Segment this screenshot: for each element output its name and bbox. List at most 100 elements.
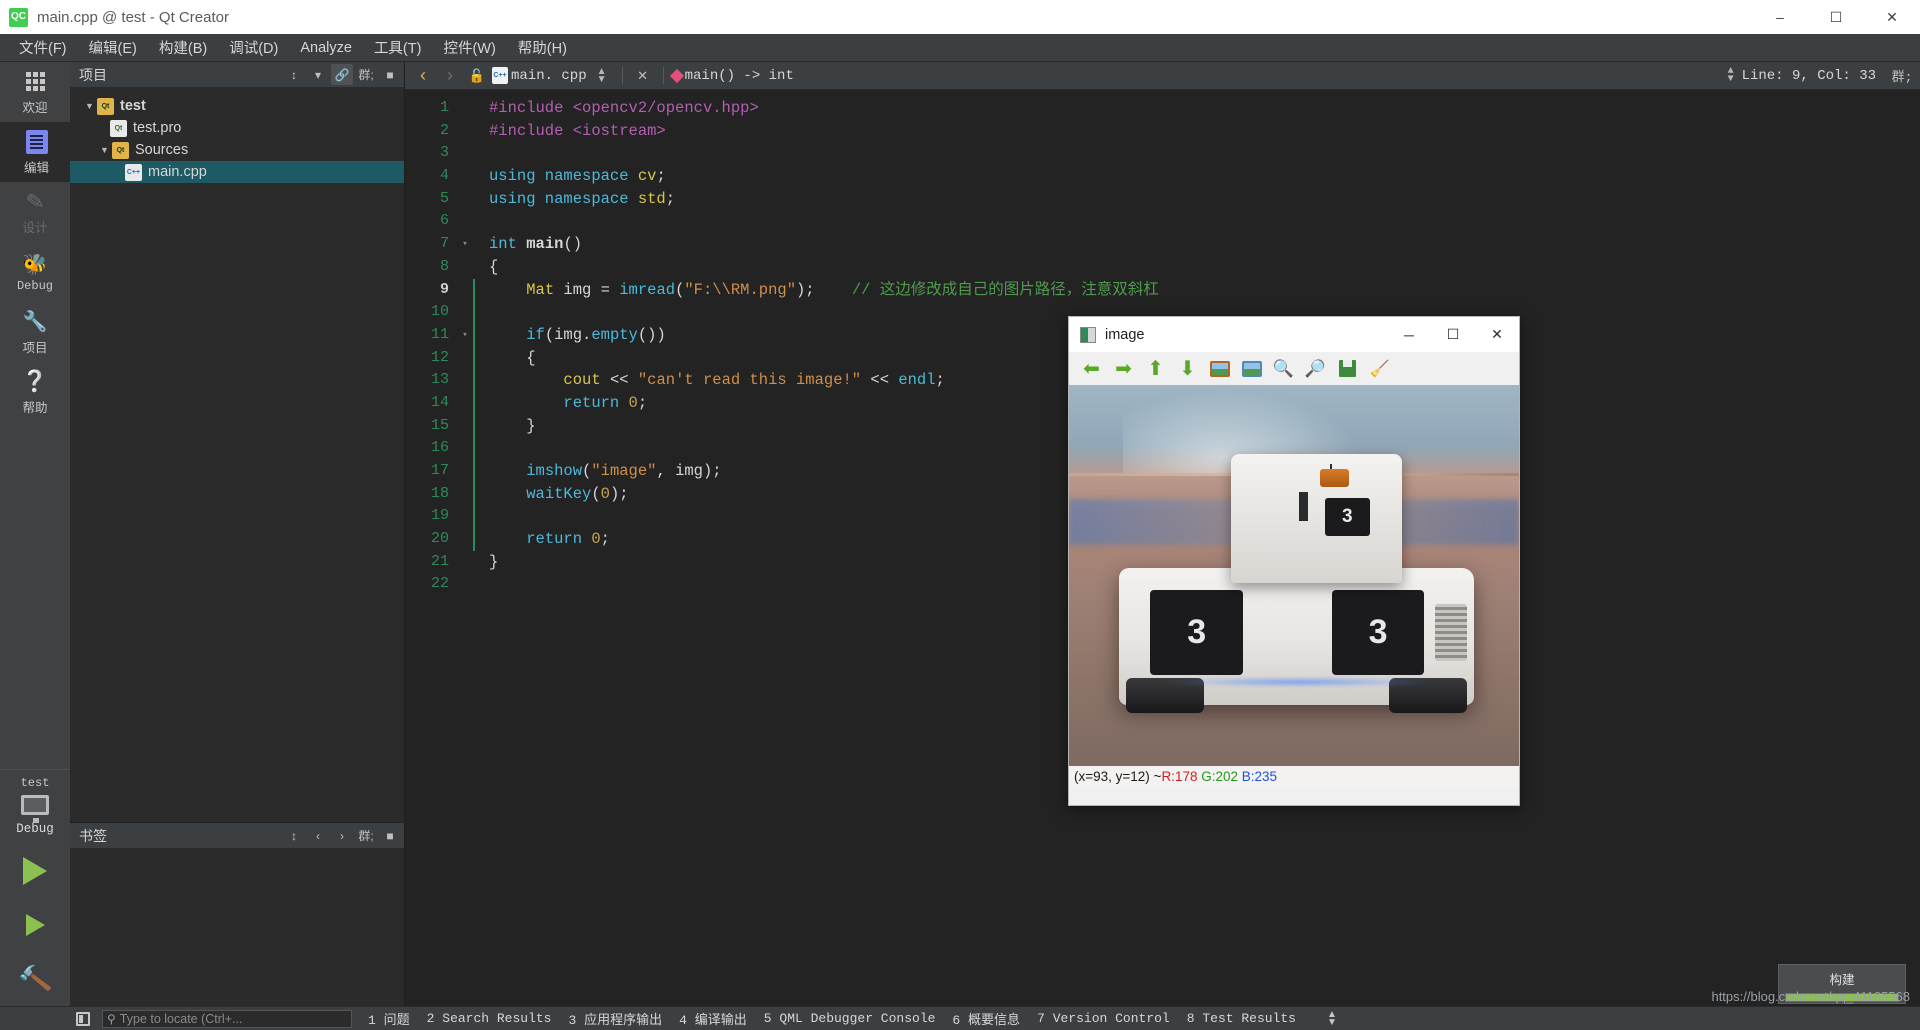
- zoom-in-icon[interactable]: 🔍: [1269, 355, 1298, 382]
- kit-config-label: Debug: [16, 822, 54, 836]
- open-documents-combobox[interactable]: main. cpp: [511, 68, 587, 84]
- cv-pixel-blue: B:235: [1241, 768, 1278, 784]
- lock-icon[interactable]: 🔓: [465, 65, 489, 87]
- opencv-image-window[interactable]: image ─ ☐ ✕ ⬅ ➡ ⬆ ⬇ 🔍 🔎 🧹 3 3 3 (x=93, y…: [1068, 316, 1520, 806]
- zoom-region-icon[interactable]: [1237, 355, 1266, 382]
- close-document-button[interactable]: ✕: [631, 65, 655, 87]
- fold-marker-icon[interactable]: ▾: [457, 324, 473, 347]
- tree-item-main-cpp[interactable]: C++ main.cpp: [70, 161, 404, 183]
- code-text: return 0;: [526, 530, 610, 549]
- line-number: 5: [439, 189, 449, 207]
- line-number: 18: [430, 484, 449, 502]
- menu-window[interactable]: 控件(W): [432, 34, 506, 61]
- save-image-icon[interactable]: [1333, 355, 1362, 382]
- output-pane-qml-debugger-console[interactable]: 5 QML Debugger Console: [764, 1011, 936, 1026]
- fold-marker-icon[interactable]: ▾: [457, 233, 473, 256]
- bookmarks-pane-header: 书签 ↕ ‹ › 群; ■: [70, 823, 404, 849]
- output-pane-compile-output[interactable]: 4 编译输出: [679, 1009, 747, 1028]
- pan-up-icon[interactable]: ⬆: [1141, 355, 1170, 382]
- mode-welcome[interactable]: 欢迎: [0, 62, 70, 122]
- locator-input[interactable]: ⚲ Type to locate (Ctrl+...: [102, 1009, 352, 1028]
- mode-projects[interactable]: 🔧 项目: [0, 302, 70, 362]
- chevron-down-icon[interactable]: ▼: [82, 101, 97, 111]
- toggle-sidebar-icon[interactable]: [76, 1011, 90, 1026]
- document-list-dropdown-icon[interactable]: ▲ ▼: [590, 65, 614, 87]
- pan-left-icon[interactable]: ⬅: [1077, 355, 1106, 382]
- pan-right-icon[interactable]: ➡: [1109, 355, 1138, 382]
- previous-bookmark-icon[interactable]: ‹: [307, 825, 329, 846]
- mode-edit-label: 编辑: [23, 160, 49, 175]
- projects-pane-title: 项目: [79, 66, 107, 83]
- output-pane-test-results[interactable]: 8 Test Results: [1187, 1011, 1296, 1026]
- menu-analyze[interactable]: Analyze: [289, 37, 363, 59]
- back-navigation-button[interactable]: ‹: [411, 65, 435, 87]
- robot-vent: [1434, 603, 1467, 662]
- output-pane-search-results[interactable]: 2 Search Results: [427, 1011, 552, 1026]
- change-marker: [473, 210, 475, 233]
- maximize-button[interactable]: ☐: [1808, 0, 1864, 34]
- menu-debug[interactable]: 调试(D): [218, 34, 289, 61]
- fit-image-icon[interactable]: [1205, 355, 1234, 382]
- split-pane-icon[interactable]: 群;: [355, 64, 377, 85]
- window-title: main.cpp @ test - Qt Creator: [37, 8, 229, 26]
- menu-edit[interactable]: 编辑(E): [78, 34, 148, 61]
- symbol-combobox[interactable]: main() -> int: [685, 68, 794, 84]
- menu-tools[interactable]: 工具(T): [363, 34, 433, 61]
- code-line: 6: [405, 210, 1920, 233]
- close-pane-icon[interactable]: ■: [379, 64, 401, 85]
- filter-icon[interactable]: ▾: [307, 64, 329, 85]
- output-pane-application-output[interactable]: 3 应用程序输出: [568, 1009, 662, 1028]
- cv-close-button[interactable]: ✕: [1475, 317, 1519, 352]
- pane-combo-arrows-icon[interactable]: ↕: [283, 825, 305, 846]
- code-text: waitKey(0);: [526, 484, 629, 503]
- build-button[interactable]: 🔨: [0, 952, 70, 1006]
- cv-maximize-button[interactable]: ☐: [1431, 317, 1475, 352]
- output-pane-general-messages[interactable]: 6 概要信息: [952, 1009, 1020, 1028]
- robot-number-right: 3: [1331, 589, 1425, 675]
- tree-item-test[interactable]: ▼ test: [70, 95, 404, 117]
- robot-barrel: [1299, 492, 1308, 521]
- pane-combo-arrows-icon[interactable]: ↕: [283, 64, 305, 85]
- cv-image-canvas[interactable]: 3 3 3: [1069, 385, 1519, 766]
- window-controls: – ☐ ✕: [1752, 0, 1920, 34]
- tree-item-test-pro[interactable]: Qt test.pro: [70, 117, 404, 139]
- mode-design[interactable]: ✎ 设计: [0, 182, 70, 242]
- projects-pane: 项目 ↕ ▾ 🔗 群; ■ ▼ test Qt test.pro ▼ Sourc…: [70, 62, 405, 822]
- properties-brush-icon[interactable]: 🧹: [1365, 355, 1394, 382]
- kit-selector[interactable]: test Debug: [0, 769, 70, 844]
- sync-with-editor-icon[interactable]: 🔗: [331, 64, 353, 85]
- code-text: using namespace std;: [489, 189, 676, 208]
- pan-down-icon[interactable]: ⬇: [1173, 355, 1202, 382]
- output-pane-version-control[interactable]: 7 Version Control: [1037, 1011, 1170, 1026]
- output-pane-spinner-icon[interactable]: ▲ ▼: [1327, 1009, 1337, 1027]
- close-pane-icon[interactable]: ■: [379, 825, 401, 846]
- output-pane-issues[interactable]: 1 问题: [368, 1009, 410, 1028]
- split-pane-icon[interactable]: 群;: [355, 825, 377, 846]
- menu-build[interactable]: 构建(B): [148, 34, 218, 61]
- line-number: 15: [430, 416, 449, 434]
- menu-help[interactable]: 帮助(H): [507, 34, 578, 61]
- run-button[interactable]: [0, 844, 70, 898]
- minimize-button[interactable]: –: [1752, 0, 1808, 34]
- mode-help[interactable]: ❔ 帮助: [0, 362, 70, 422]
- grid-icon: [25, 69, 45, 95]
- zoom-out-icon[interactable]: 🔎: [1301, 355, 1330, 382]
- start-debugging-button[interactable]: [0, 898, 70, 952]
- line-column-indicator[interactable]: ▲ ▼ Line: 9, Col: 33 群;: [1728, 65, 1914, 87]
- line-col-spinner-icon[interactable]: ▲ ▼: [1728, 66, 1734, 84]
- forward-navigation-button[interactable]: ›: [438, 65, 462, 87]
- menu-file[interactable]: 文件(F): [8, 34, 78, 61]
- split-editor-icon[interactable]: 群;: [1890, 65, 1914, 87]
- cv-window-title-bar: image ─ ☐ ✕: [1069, 317, 1519, 352]
- cv-minimize-button[interactable]: ─: [1387, 317, 1431, 352]
- code-text: using namespace cv;: [489, 167, 666, 186]
- kit-name-label: test: [20, 776, 50, 790]
- chevron-down-icon[interactable]: ▼: [97, 145, 112, 155]
- tree-item-sources[interactable]: ▼ Sources: [70, 139, 404, 161]
- mode-debug[interactable]: 🐝 Debug: [0, 242, 70, 302]
- next-bookmark-icon[interactable]: ›: [331, 825, 353, 846]
- line-number: 20: [430, 530, 449, 548]
- qt-creator-logo-icon: QC: [9, 7, 28, 27]
- mode-edit[interactable]: 编辑: [0, 122, 70, 182]
- close-button[interactable]: ✕: [1864, 0, 1920, 34]
